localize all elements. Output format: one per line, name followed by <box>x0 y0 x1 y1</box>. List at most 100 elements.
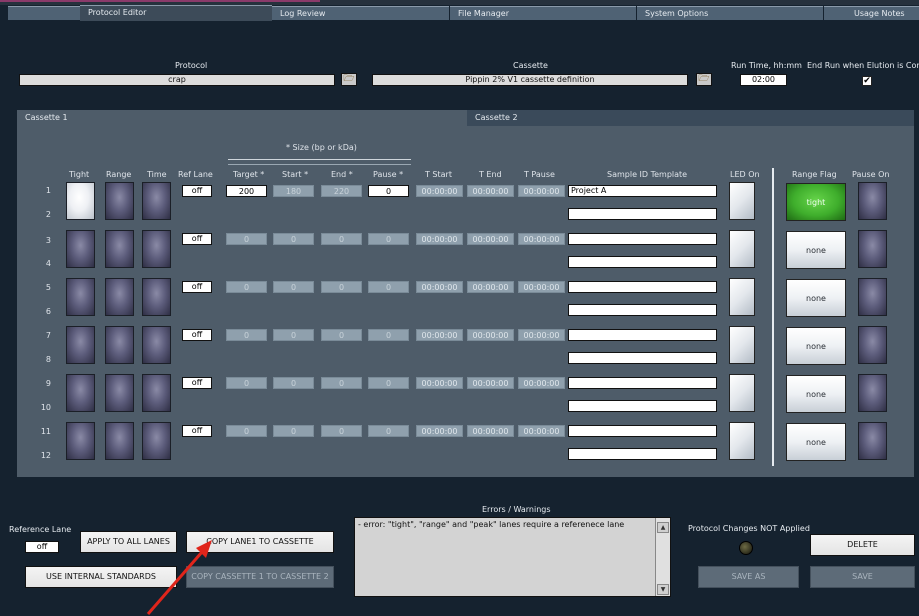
led-on-button[interactable] <box>729 326 755 364</box>
ref-lane-field[interactable]: off <box>182 377 212 389</box>
end-run-checkbox[interactable]: ✔ <box>862 76 872 86</box>
start-field[interactable]: 0 <box>273 425 314 437</box>
range-flag-button[interactable]: none <box>786 231 846 269</box>
end-field[interactable]: 220 <box>321 185 362 197</box>
pause-on-button[interactable] <box>858 278 887 316</box>
start-field[interactable]: 0 <box>273 281 314 293</box>
target-field[interactable]: 0 <box>226 329 267 341</box>
pause-on-button[interactable] <box>858 374 887 412</box>
end-field[interactable]: 0 <box>321 233 362 245</box>
sample-id-field[interactable] <box>568 425 717 437</box>
tab-file-manager[interactable]: File Manager <box>450 6 636 20</box>
target-field[interactable]: 0 <box>226 281 267 293</box>
pause-field[interactable]: 0 <box>368 377 409 389</box>
time-button[interactable] <box>142 278 171 316</box>
sample-id-field[interactable] <box>568 256 717 268</box>
tab-blank[interactable] <box>8 6 80 20</box>
end-field[interactable]: 0 <box>321 281 362 293</box>
ref-lane-field[interactable]: off <box>182 233 212 245</box>
range-button[interactable] <box>105 278 134 316</box>
led-on-button[interactable] <box>729 278 755 316</box>
run-time-input[interactable]: 02:00 <box>740 74 787 86</box>
tight-button[interactable] <box>66 422 95 460</box>
led-on-button[interactable] <box>729 374 755 412</box>
tab-protocol-editor[interactable]: Protocol Editor <box>80 5 272 21</box>
pause-on-button[interactable] <box>858 230 887 268</box>
end-field[interactable]: 0 <box>321 377 362 389</box>
pause-on-button[interactable] <box>858 182 887 220</box>
tight-button[interactable] <box>66 374 95 412</box>
led-on-button[interactable] <box>729 422 755 460</box>
end-field[interactable]: 0 <box>321 329 362 341</box>
sample-id-field[interactable] <box>568 281 717 293</box>
sample-id-field[interactable] <box>568 208 717 220</box>
range-button[interactable] <box>105 230 134 268</box>
sample-id-field[interactable] <box>568 233 717 245</box>
range-button[interactable] <box>105 374 134 412</box>
sample-id-field[interactable]: Project A <box>568 185 717 197</box>
end-field[interactable]: 0 <box>321 425 362 437</box>
time-button[interactable] <box>142 182 171 220</box>
ref-lane-field[interactable]: off <box>182 329 212 341</box>
sample-id-field[interactable] <box>568 448 717 460</box>
scroll-down-icon[interactable]: ▼ <box>657 584 669 595</box>
pause-field[interactable]: 0 <box>368 185 409 197</box>
range-flag-button[interactable]: none <box>786 279 846 317</box>
time-button[interactable] <box>142 374 171 412</box>
pause-on-button[interactable] <box>858 326 887 364</box>
range-flag-button[interactable]: tight <box>786 183 846 221</box>
range-flag-button[interactable]: none <box>786 423 846 461</box>
tight-button[interactable] <box>66 182 95 220</box>
save-as-button[interactable]: SAVE AS <box>698 566 799 588</box>
time-button[interactable] <box>142 422 171 460</box>
led-on-button[interactable] <box>729 230 755 268</box>
pause-field[interactable]: 0 <box>368 425 409 437</box>
errors-scrollbar[interactable]: ▲ ▼ <box>655 518 670 596</box>
t-pause-value: 00:00:00 <box>518 233 565 245</box>
sample-id-field[interactable] <box>568 352 717 364</box>
cassette-tab-1[interactable]: Cassette 1 <box>17 110 466 126</box>
pause-field[interactable]: 0 <box>368 233 409 245</box>
tab-usage-notes[interactable]: Usage Notes <box>824 6 919 20</box>
pause-field[interactable]: 0 <box>368 281 409 293</box>
ref-lane-field[interactable]: off <box>182 185 212 197</box>
cassette-folder-icon[interactable]: 🗁 <box>696 73 712 86</box>
cassette-tab-2[interactable]: Cassette 2 <box>467 110 914 126</box>
time-button[interactable] <box>142 326 171 364</box>
pause-field[interactable]: 0 <box>368 329 409 341</box>
range-button[interactable] <box>105 182 134 220</box>
delete-button[interactable]: DELETE <box>810 534 915 556</box>
tight-button[interactable] <box>66 326 95 364</box>
save-button[interactable]: SAVE <box>810 566 915 588</box>
tab-system-options[interactable]: System Options <box>637 6 823 20</box>
start-field[interactable]: 180 <box>273 185 314 197</box>
tab-log-review[interactable]: Log Review <box>272 6 449 20</box>
start-field[interactable]: 0 <box>273 377 314 389</box>
range-button[interactable] <box>105 422 134 460</box>
protocol-field[interactable]: crap <box>19 74 335 86</box>
protocol-folder-icon[interactable]: 🗁 <box>341 73 357 86</box>
target-field[interactable]: 0 <box>226 377 267 389</box>
reference-lane-field[interactable]: off <box>25 541 59 553</box>
cassette-field[interactable]: Pippin 2% V1 cassette definition <box>372 74 688 86</box>
sample-id-field[interactable] <box>568 304 717 316</box>
target-field[interactable]: 0 <box>226 233 267 245</box>
tight-button[interactable] <box>66 230 95 268</box>
sample-id-field[interactable] <box>568 329 717 341</box>
target-field[interactable]: 0 <box>226 425 267 437</box>
range-flag-button[interactable]: none <box>786 375 846 413</box>
range-flag-button[interactable]: none <box>786 327 846 365</box>
ref-lane-field[interactable]: off <box>182 425 212 437</box>
start-field[interactable]: 0 <box>273 233 314 245</box>
target-field[interactable]: 200 <box>226 185 267 197</box>
pause-on-button[interactable] <box>858 422 887 460</box>
time-button[interactable] <box>142 230 171 268</box>
sample-id-field[interactable] <box>568 400 717 412</box>
led-on-button[interactable] <box>729 182 755 220</box>
start-field[interactable]: 0 <box>273 329 314 341</box>
tight-button[interactable] <box>66 278 95 316</box>
range-button[interactable] <box>105 326 134 364</box>
sample-id-field[interactable] <box>568 377 717 389</box>
scroll-up-icon[interactable]: ▲ <box>657 522 669 533</box>
ref-lane-field[interactable]: off <box>182 281 212 293</box>
